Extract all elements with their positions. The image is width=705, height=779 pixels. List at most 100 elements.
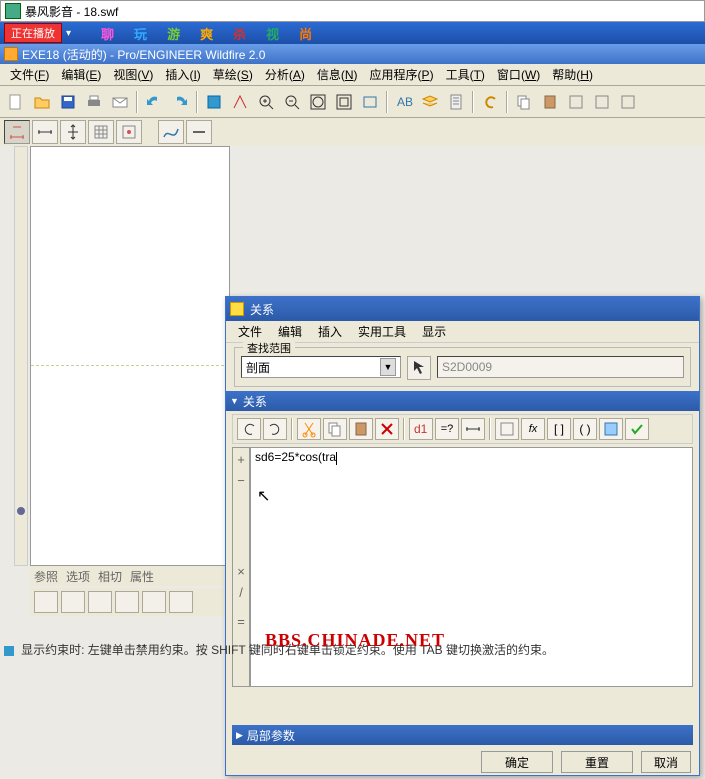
ok-button[interactable]: 确定 (481, 751, 553, 773)
now-playing-badge[interactable]: 正在播放 (4, 23, 62, 43)
db-btn4-icon[interactable] (115, 591, 139, 613)
grid-icon[interactable] (88, 120, 114, 144)
print-icon[interactable] (82, 90, 106, 114)
gutter-eq-icon[interactable]: = (237, 614, 245, 629)
nav-link-2[interactable]: 游 (167, 24, 180, 43)
menu-edit[interactable]: 编辑(E) (55, 64, 107, 85)
dlg-menu-file[interactable]: 文件 (232, 321, 268, 342)
menu-analysis[interactable]: 分析(A) (259, 64, 311, 85)
zoom-in-icon[interactable] (254, 90, 278, 114)
collapse-caret-icon[interactable]: ▼ (230, 396, 239, 406)
nav-link-6[interactable]: 尚 (299, 24, 312, 43)
expand-caret-icon[interactable]: ▶ (236, 730, 243, 741)
menu-help[interactable]: 帮助(H) (546, 64, 599, 85)
db-btn1-icon[interactable] (34, 591, 58, 613)
gutter-plus-icon[interactable]: + (237, 452, 245, 467)
sketch-orient-icon[interactable] (228, 90, 252, 114)
nav-link-3[interactable]: 爽 (200, 24, 213, 43)
gutter-div-icon[interactable]: / (239, 585, 243, 600)
nav-link-4[interactable]: 杀 (233, 24, 246, 43)
tab-ref[interactable]: 参照 (34, 568, 58, 585)
sketch-canvas[interactable] (30, 146, 230, 566)
menu-sketch[interactable]: 草绘(S) (207, 64, 259, 85)
copy-icon[interactable] (512, 90, 536, 114)
menu-tools[interactable]: 工具(T) (440, 64, 491, 85)
relations-section-header[interactable]: ▼ 关系 (226, 391, 699, 411)
object-id-field[interactable]: S2D0009 (437, 356, 684, 378)
vert-dim-icon[interactable] (60, 120, 86, 144)
snap-icon[interactable] (116, 120, 142, 144)
dimension-icon[interactable] (4, 120, 30, 144)
more1-icon[interactable] (590, 90, 614, 114)
paste-icon[interactable] (538, 90, 562, 114)
gutter-times-icon[interactable]: × (237, 564, 245, 579)
undo-icon[interactable] (142, 90, 166, 114)
rel-cut-icon[interactable] (297, 418, 321, 440)
nav-link-5[interactable]: 视 (266, 24, 279, 43)
rel-delete-icon[interactable] (375, 418, 399, 440)
layers-icon[interactable] (418, 90, 442, 114)
dlg-menu-edit[interactable]: 编辑 (272, 321, 308, 342)
refit-icon[interactable] (332, 90, 356, 114)
scope-combo[interactable]: 剖面 ▼ (241, 356, 401, 378)
redo-icon[interactable] (168, 90, 192, 114)
menu-application[interactable]: 应用程序(P) (364, 64, 440, 85)
pick-icon[interactable] (407, 356, 431, 380)
rel-check-icon[interactable] (599, 418, 623, 440)
nav-link-1[interactable]: 玩 (134, 24, 147, 43)
nav-link-0[interactable]: 聊 (101, 24, 114, 43)
menu-insert[interactable]: 插入(I) (159, 64, 206, 85)
dlg-menu-util[interactable]: 实用工具 (352, 321, 412, 342)
horiz-dim-icon[interactable] (32, 120, 58, 144)
mail-icon[interactable] (108, 90, 132, 114)
dlg-menu-show[interactable]: 显示 (416, 321, 452, 342)
handle-icon[interactable] (17, 507, 25, 515)
rel-bracket1-icon[interactable]: [ ] (547, 418, 571, 440)
save-icon[interactable] (56, 90, 80, 114)
menu-window[interactable]: 窗口(W) (491, 64, 546, 85)
local-params-header[interactable]: ▶ 局部参数 (232, 725, 693, 745)
cut2-icon[interactable] (564, 90, 588, 114)
datum-display-icon[interactable]: AB (392, 90, 416, 114)
open-icon[interactable] (30, 90, 54, 114)
cancel-button[interactable]: 取消 (641, 751, 691, 773)
rel-undo-icon[interactable] (237, 418, 261, 440)
rel-sort-icon[interactable] (495, 418, 519, 440)
chevron-down-icon[interactable]: ▼ (380, 358, 396, 376)
left-ruler (14, 146, 28, 566)
rel-paste-icon[interactable] (349, 418, 373, 440)
rel-units-icon[interactable]: d1 (409, 418, 433, 440)
zoom-out-icon[interactable] (280, 90, 304, 114)
reset-button[interactable]: 重置 (561, 751, 633, 773)
rel-func-icon[interactable]: fx (521, 418, 545, 440)
regen-icon[interactable] (202, 90, 226, 114)
menu-view[interactable]: 视图(V) (107, 64, 159, 85)
rel-dim-icon[interactable] (461, 418, 485, 440)
db-btn3-icon[interactable] (88, 591, 112, 613)
rel-bracket2-icon[interactable]: ( ) (573, 418, 597, 440)
line-icon[interactable] (186, 120, 212, 144)
gutter-minus-icon[interactable]: − (237, 473, 245, 488)
undo-arrow-icon[interactable] (478, 90, 502, 114)
more2-icon[interactable] (616, 90, 640, 114)
tab-tan[interactable]: 相切 (98, 568, 122, 585)
menu-file[interactable]: 文件(F) (4, 64, 55, 85)
model-tree-icon[interactable] (444, 90, 468, 114)
new-icon[interactable] (4, 90, 28, 114)
rel-verify-icon[interactable] (625, 418, 649, 440)
dlg-menu-insert[interactable]: 插入 (312, 321, 348, 342)
menu-info[interactable]: 信息(N) (311, 64, 364, 85)
repaint-icon[interactable] (358, 90, 382, 114)
tab-opts[interactable]: 选项 (66, 568, 90, 585)
rel-redo-icon[interactable] (263, 418, 287, 440)
db-btn6-icon[interactable] (169, 591, 193, 613)
zoom-fit-icon[interactable] (306, 90, 330, 114)
rel-copy-icon[interactable] (323, 418, 347, 440)
dropdown-caret-icon[interactable]: ▾ (66, 28, 71, 39)
rel-eval-icon[interactable]: =? (435, 418, 459, 440)
dialog-titlebar[interactable]: 关系 (226, 297, 699, 321)
tab-props[interactable]: 属性 (130, 568, 154, 585)
spline-icon[interactable] (158, 120, 184, 144)
db-btn5-icon[interactable] (142, 591, 166, 613)
db-btn2-icon[interactable] (61, 591, 85, 613)
